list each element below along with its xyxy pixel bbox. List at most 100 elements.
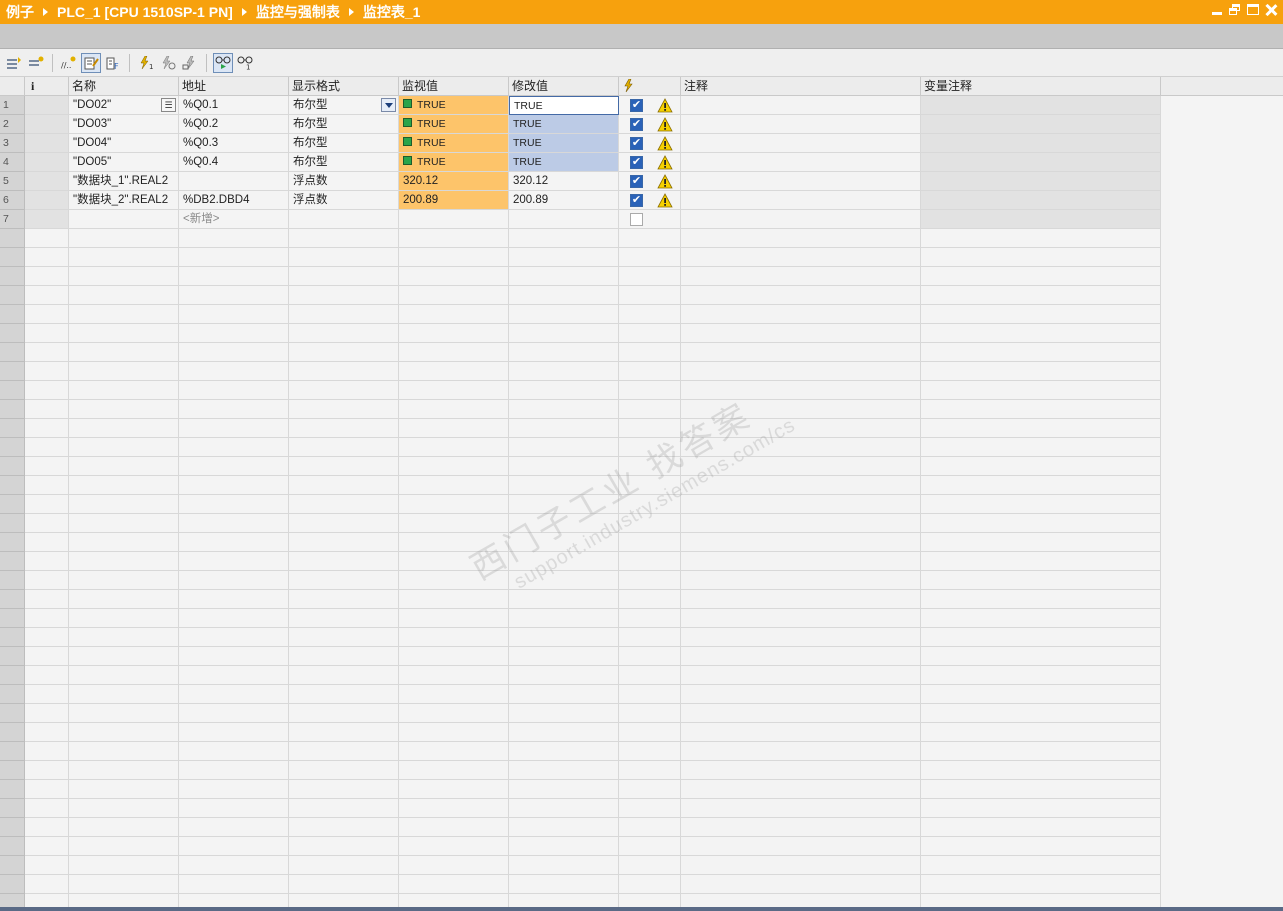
modify-cell[interactable] [509, 837, 619, 856]
variable-comment-cell[interactable] [921, 761, 1161, 780]
modify-cell[interactable] [509, 476, 619, 495]
comment-cell[interactable] [681, 837, 921, 856]
modify-cell[interactable] [509, 210, 619, 229]
modify-with-trigger-icon[interactable] [158, 53, 178, 73]
variable-comment-cell[interactable] [921, 381, 1161, 400]
name-cell[interactable] [69, 552, 179, 571]
modify-cell[interactable] [509, 267, 619, 286]
name-cell[interactable] [69, 780, 179, 799]
address-cell[interactable] [179, 514, 289, 533]
variable-comment-cell[interactable] [921, 362, 1161, 381]
modify-enable-cell[interactable]: ✔ [619, 153, 681, 172]
format-cell[interactable] [289, 362, 399, 381]
empty-row[interactable] [0, 324, 1283, 343]
comment-cell[interactable] [681, 609, 921, 628]
monitor-cell[interactable] [399, 742, 509, 761]
format-cell[interactable] [289, 856, 399, 875]
name-cell[interactable] [69, 210, 179, 229]
format-cell[interactable] [289, 723, 399, 742]
address-cell[interactable]: %Q0.4 [179, 153, 289, 172]
modify-cell[interactable] [509, 457, 619, 476]
modify-enable-cell[interactable] [619, 666, 681, 685]
modify-checkbox[interactable]: ✔ [630, 156, 643, 169]
maximize-icon[interactable] [1247, 4, 1259, 16]
monitor-cell[interactable] [399, 419, 509, 438]
comment-cell[interactable] [681, 856, 921, 875]
modify-enable-cell[interactable] [619, 248, 681, 267]
format-cell[interactable] [289, 476, 399, 495]
header-variable-comment[interactable]: 变量注释 [921, 77, 1161, 95]
comment-cell[interactable] [681, 799, 921, 818]
variable-comment-cell[interactable] [921, 229, 1161, 248]
monitor-cell[interactable] [399, 837, 509, 856]
address-cell[interactable] [179, 362, 289, 381]
empty-row[interactable] [0, 875, 1283, 894]
empty-row[interactable] [0, 704, 1283, 723]
format-cell[interactable]: 布尔型 [289, 96, 399, 115]
empty-row[interactable] [0, 305, 1283, 324]
address-cell[interactable] [179, 666, 289, 685]
comment-cell[interactable] [681, 723, 921, 742]
empty-row[interactable] [0, 267, 1283, 286]
modify-cell[interactable] [509, 400, 619, 419]
modify-enable-cell[interactable] [619, 305, 681, 324]
name-cell[interactable] [69, 723, 179, 742]
empty-row[interactable] [0, 533, 1283, 552]
variable-comment-cell[interactable] [921, 267, 1161, 286]
comment-cell[interactable] [681, 362, 921, 381]
modify-enable-cell[interactable] [619, 894, 681, 907]
modify-enable-cell[interactable]: ✔ [619, 172, 681, 191]
format-cell[interactable] [289, 837, 399, 856]
name-cell[interactable] [69, 875, 179, 894]
empty-row[interactable] [0, 514, 1283, 533]
empty-row[interactable] [0, 400, 1283, 419]
variable-comment-cell[interactable] [921, 248, 1161, 267]
modify-enable-cell[interactable] [619, 628, 681, 647]
name-cell[interactable] [69, 381, 179, 400]
monitor-cell[interactable] [399, 533, 509, 552]
modify-enable-cell[interactable] [619, 799, 681, 818]
name-cell[interactable] [69, 837, 179, 856]
format-cell[interactable]: 浮点数 [289, 172, 399, 191]
monitor-cell[interactable] [399, 495, 509, 514]
empty-row[interactable] [0, 628, 1283, 647]
monitor-cell[interactable] [399, 438, 509, 457]
monitor-cell[interactable] [399, 305, 509, 324]
comment-cell[interactable] [681, 248, 921, 267]
modify-enable-cell[interactable] [619, 324, 681, 343]
address-cell[interactable] [179, 305, 289, 324]
address-cell[interactable] [179, 476, 289, 495]
modify-enable-cell[interactable]: ✔ [619, 115, 681, 134]
variable-comment-cell[interactable] [921, 457, 1161, 476]
modify-enable-cell[interactable]: ✔ [619, 96, 681, 115]
comment-cell[interactable] [681, 115, 921, 134]
modify-now-icon[interactable]: 1 [136, 53, 156, 73]
name-cell[interactable]: "DO04" [69, 134, 179, 153]
modify-cell[interactable] [509, 704, 619, 723]
monitor-cell[interactable] [399, 647, 509, 666]
monitor-cell[interactable] [399, 609, 509, 628]
comment-cell[interactable] [681, 191, 921, 210]
format-cell[interactable] [289, 628, 399, 647]
address-cell[interactable] [179, 248, 289, 267]
modify-enable-cell[interactable] [619, 362, 681, 381]
name-cell[interactable] [69, 476, 179, 495]
tag-picker-icon[interactable]: ☰ [161, 98, 176, 112]
comment-cell[interactable] [681, 134, 921, 153]
monitor-cell[interactable] [399, 666, 509, 685]
modify-enable-cell[interactable] [619, 267, 681, 286]
comment-cell[interactable] [681, 571, 921, 590]
empty-row[interactable] [0, 761, 1283, 780]
format-cell[interactable] [289, 381, 399, 400]
comment-cell[interactable] [681, 153, 921, 172]
monitor-cell[interactable] [399, 685, 509, 704]
format-cell[interactable] [289, 210, 399, 229]
variable-comment-cell[interactable] [921, 894, 1161, 907]
empty-row[interactable] [0, 685, 1283, 704]
comment-cell[interactable] [681, 818, 921, 837]
comment-cell[interactable] [681, 514, 921, 533]
modify-enable-cell[interactable] [619, 210, 681, 229]
modify-cell[interactable] [509, 571, 619, 590]
comment-cell[interactable] [681, 172, 921, 191]
modify-checkbox[interactable]: ✔ [630, 99, 643, 112]
